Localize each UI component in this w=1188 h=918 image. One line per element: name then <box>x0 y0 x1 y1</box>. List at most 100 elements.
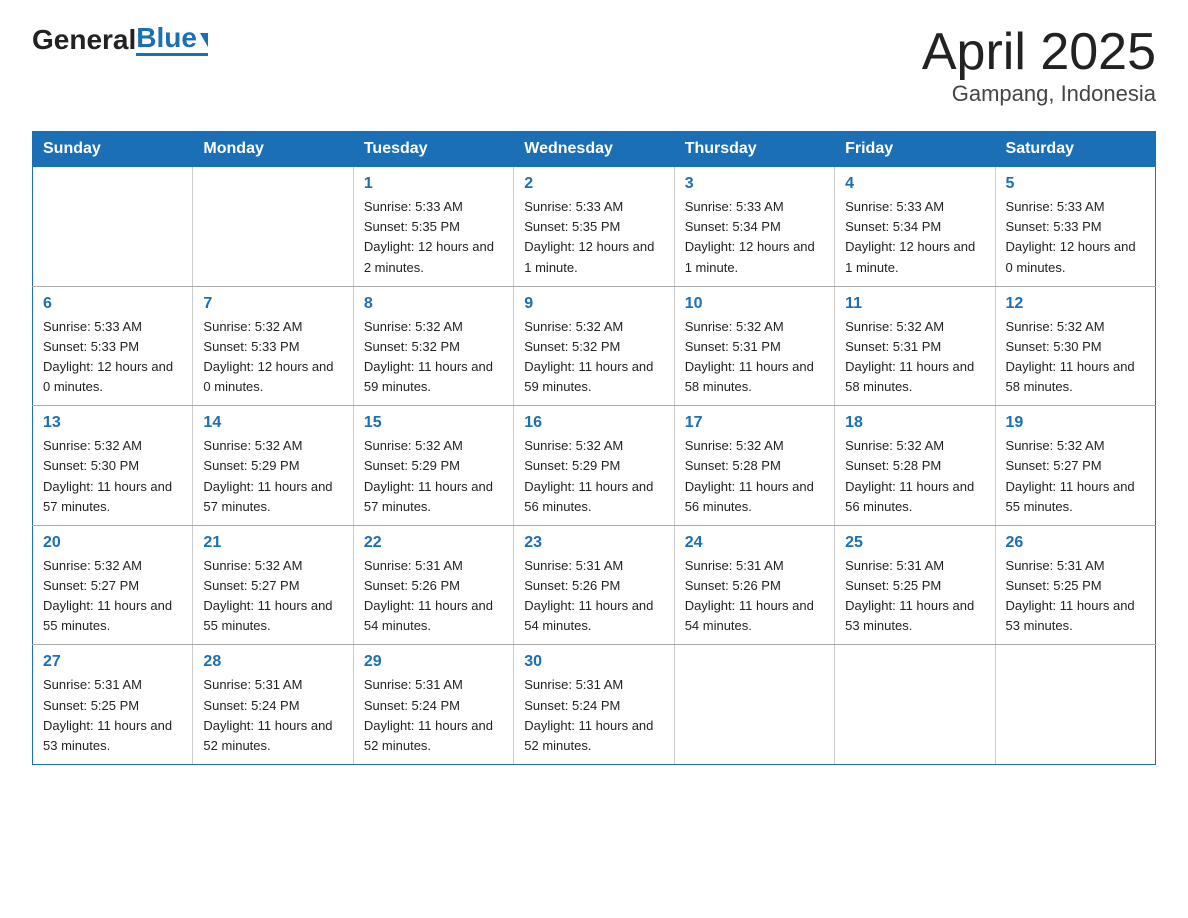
day-number: 18 <box>845 414 984 432</box>
table-row: 12Sunrise: 5:32 AMSunset: 5:30 PMDayligh… <box>995 286 1155 406</box>
day-number: 20 <box>43 534 182 552</box>
table-row: 17 Sunrise: 5:32 AMSunset: 5:28 PMDayligh… <box>674 406 834 526</box>
day-info: Sunrise: 5:33 AMSunset: 5:33 PMDaylight:… <box>43 317 182 398</box>
day-number: 15 <box>364 414 503 432</box>
table-row: 28Sunrise: 5:31 AMSunset: 5:24 PMDayligh… <box>193 645 353 765</box>
weekday-header-friday: Friday <box>835 132 995 167</box>
day-number: 4 <box>845 175 984 193</box>
day-info: Sunrise: 5:32 AMSunset: 5:32 PMDaylight:… <box>524 317 663 398</box>
day-number: 11 <box>845 295 984 313</box>
day-info: Sunrise: 5:31 AMSunset: 5:25 PMDaylight:… <box>1006 556 1145 637</box>
day-number: 17 <box>685 414 824 432</box>
page-title: April 2025 <box>922 24 1156 81</box>
day-info: Sunrise: 5:32 AMSunset: 5:31 PMDaylight:… <box>845 317 984 398</box>
weekday-header-sunday: Sunday <box>33 132 193 167</box>
table-row: 13 Sunrise: 5:32 AMSunset: 5:30 PMDayligh… <box>33 406 193 526</box>
calendar-table: SundayMondayTuesdayWednesdayThursdayFrid… <box>32 131 1156 765</box>
day-info: Sunrise: 5:31 AMSunset: 5:26 PMDaylight:… <box>524 556 663 637</box>
weekday-header-monday: Monday <box>193 132 353 167</box>
day-info: Sunrise: 5:33 AMSunset: 5:35 PMDaylight:… <box>364 197 503 278</box>
table-row: 10 Sunrise: 5:32 AMSunset: 5:31 PMDayligh… <box>674 286 834 406</box>
day-info: Sunrise: 5:31 AMSunset: 5:26 PMDaylight:… <box>685 556 824 637</box>
table-row: 20Sunrise: 5:32 AMSunset: 5:27 PMDayligh… <box>33 525 193 645</box>
table-row: 23 Sunrise: 5:31 AMSunset: 5:26 PMDayligh… <box>514 525 674 645</box>
page-subtitle: Gampang, Indonesia <box>922 81 1156 107</box>
table-row <box>674 645 834 765</box>
day-info: Sunrise: 5:32 AMSunset: 5:28 PMDaylight:… <box>685 436 824 517</box>
title-block: April 2025 Gampang, Indonesia <box>922 24 1156 107</box>
logo-blue-text: Blue <box>136 24 208 52</box>
weekday-header-tuesday: Tuesday <box>353 132 513 167</box>
day-info: Sunrise: 5:32 AMSunset: 5:29 PMDaylight:… <box>203 436 342 517</box>
calendar-week-2: 6Sunrise: 5:33 AMSunset: 5:33 PMDaylight… <box>33 286 1156 406</box>
day-number: 10 <box>685 295 824 313</box>
table-row: 1Sunrise: 5:33 AMSunset: 5:35 PMDaylight… <box>353 167 513 287</box>
table-row: 11 Sunrise: 5:32 AMSunset: 5:31 PMDayligh… <box>835 286 995 406</box>
day-number: 29 <box>364 653 503 671</box>
table-row: 7 Sunrise: 5:32 AMSunset: 5:33 PMDaylight… <box>193 286 353 406</box>
day-info: Sunrise: 5:32 AMSunset: 5:32 PMDaylight:… <box>364 317 503 398</box>
table-row: 5 Sunrise: 5:33 AMSunset: 5:33 PMDaylight… <box>995 167 1155 287</box>
table-row: 26Sunrise: 5:31 AMSunset: 5:25 PMDayligh… <box>995 525 1155 645</box>
day-number: 19 <box>1006 414 1145 432</box>
day-info: Sunrise: 5:32 AMSunset: 5:31 PMDaylight:… <box>685 317 824 398</box>
table-row: 3Sunrise: 5:33 AMSunset: 5:34 PMDaylight… <box>674 167 834 287</box>
calendar-week-3: 13 Sunrise: 5:32 AMSunset: 5:30 PMDayligh… <box>33 406 1156 526</box>
day-info: Sunrise: 5:33 AMSunset: 5:35 PMDaylight:… <box>524 197 663 278</box>
day-info: Sunrise: 5:32 AMSunset: 5:27 PMDaylight:… <box>1006 436 1145 517</box>
table-row <box>835 645 995 765</box>
day-number: 9 <box>524 295 663 313</box>
table-row: 24 Sunrise: 5:31 AMSunset: 5:26 PMDayligh… <box>674 525 834 645</box>
logo-chevron-icon <box>200 33 208 47</box>
table-row: 29Sunrise: 5:31 AMSunset: 5:24 PMDayligh… <box>353 645 513 765</box>
table-row: 9 Sunrise: 5:32 AMSunset: 5:32 PMDaylight… <box>514 286 674 406</box>
day-number: 16 <box>524 414 663 432</box>
day-number: 13 <box>43 414 182 432</box>
calendar-week-4: 20Sunrise: 5:32 AMSunset: 5:27 PMDayligh… <box>33 525 1156 645</box>
table-row: 4 Sunrise: 5:33 AMSunset: 5:34 PMDaylight… <box>835 167 995 287</box>
table-row: 2 Sunrise: 5:33 AMSunset: 5:35 PMDaylight… <box>514 167 674 287</box>
logo-general-text: General <box>32 24 136 56</box>
weekday-header-wednesday: Wednesday <box>514 132 674 167</box>
table-row: 14Sunrise: 5:32 AMSunset: 5:29 PMDayligh… <box>193 406 353 526</box>
day-number: 2 <box>524 175 663 193</box>
table-row <box>193 167 353 287</box>
day-number: 5 <box>1006 175 1145 193</box>
table-row: 27 Sunrise: 5:31 AMSunset: 5:25 PMDayligh… <box>33 645 193 765</box>
day-number: 23 <box>524 534 663 552</box>
day-number: 24 <box>685 534 824 552</box>
day-info: Sunrise: 5:32 AMSunset: 5:30 PMDaylight:… <box>43 436 182 517</box>
logo-blue-part: Blue <box>136 24 208 56</box>
day-info: Sunrise: 5:33 AMSunset: 5:34 PMDaylight:… <box>845 197 984 278</box>
calendar-week-5: 27 Sunrise: 5:31 AMSunset: 5:25 PMDayligh… <box>33 645 1156 765</box>
day-info: Sunrise: 5:31 AMSunset: 5:24 PMDaylight:… <box>524 675 663 756</box>
table-row <box>995 645 1155 765</box>
day-number: 8 <box>364 295 503 313</box>
day-number: 27 <box>43 653 182 671</box>
weekday-header-thursday: Thursday <box>674 132 834 167</box>
table-row: 19 Sunrise: 5:32 AMSunset: 5:27 PMDayligh… <box>995 406 1155 526</box>
page-header: General Blue April 2025 Gampang, Indones… <box>32 24 1156 107</box>
calendar-week-1: 1Sunrise: 5:33 AMSunset: 5:35 PMDaylight… <box>33 167 1156 287</box>
day-info: Sunrise: 5:32 AMSunset: 5:29 PMDaylight:… <box>524 436 663 517</box>
table-row: 8 Sunrise: 5:32 AMSunset: 5:32 PMDaylight… <box>353 286 513 406</box>
day-info: Sunrise: 5:31 AMSunset: 5:25 PMDaylight:… <box>845 556 984 637</box>
table-row: 15 Sunrise: 5:32 AMSunset: 5:29 PMDayligh… <box>353 406 513 526</box>
day-number: 28 <box>203 653 342 671</box>
table-row: 16 Sunrise: 5:32 AMSunset: 5:29 PMDayligh… <box>514 406 674 526</box>
day-info: Sunrise: 5:33 AMSunset: 5:34 PMDaylight:… <box>685 197 824 278</box>
table-row: 18Sunrise: 5:32 AMSunset: 5:28 PMDayligh… <box>835 406 995 526</box>
day-number: 25 <box>845 534 984 552</box>
day-number: 12 <box>1006 295 1145 313</box>
table-row: 22 Sunrise: 5:31 AMSunset: 5:26 PMDayligh… <box>353 525 513 645</box>
day-info: Sunrise: 5:32 AMSunset: 5:29 PMDaylight:… <box>364 436 503 517</box>
table-row: 6Sunrise: 5:33 AMSunset: 5:33 PMDaylight… <box>33 286 193 406</box>
day-number: 22 <box>364 534 503 552</box>
day-info: Sunrise: 5:32 AMSunset: 5:33 PMDaylight:… <box>203 317 342 398</box>
logo: General Blue <box>32 24 208 56</box>
day-info: Sunrise: 5:33 AMSunset: 5:33 PMDaylight:… <box>1006 197 1145 278</box>
day-info: Sunrise: 5:31 AMSunset: 5:26 PMDaylight:… <box>364 556 503 637</box>
day-number: 7 <box>203 295 342 313</box>
weekday-header-saturday: Saturday <box>995 132 1155 167</box>
day-info: Sunrise: 5:31 AMSunset: 5:25 PMDaylight:… <box>43 675 182 756</box>
